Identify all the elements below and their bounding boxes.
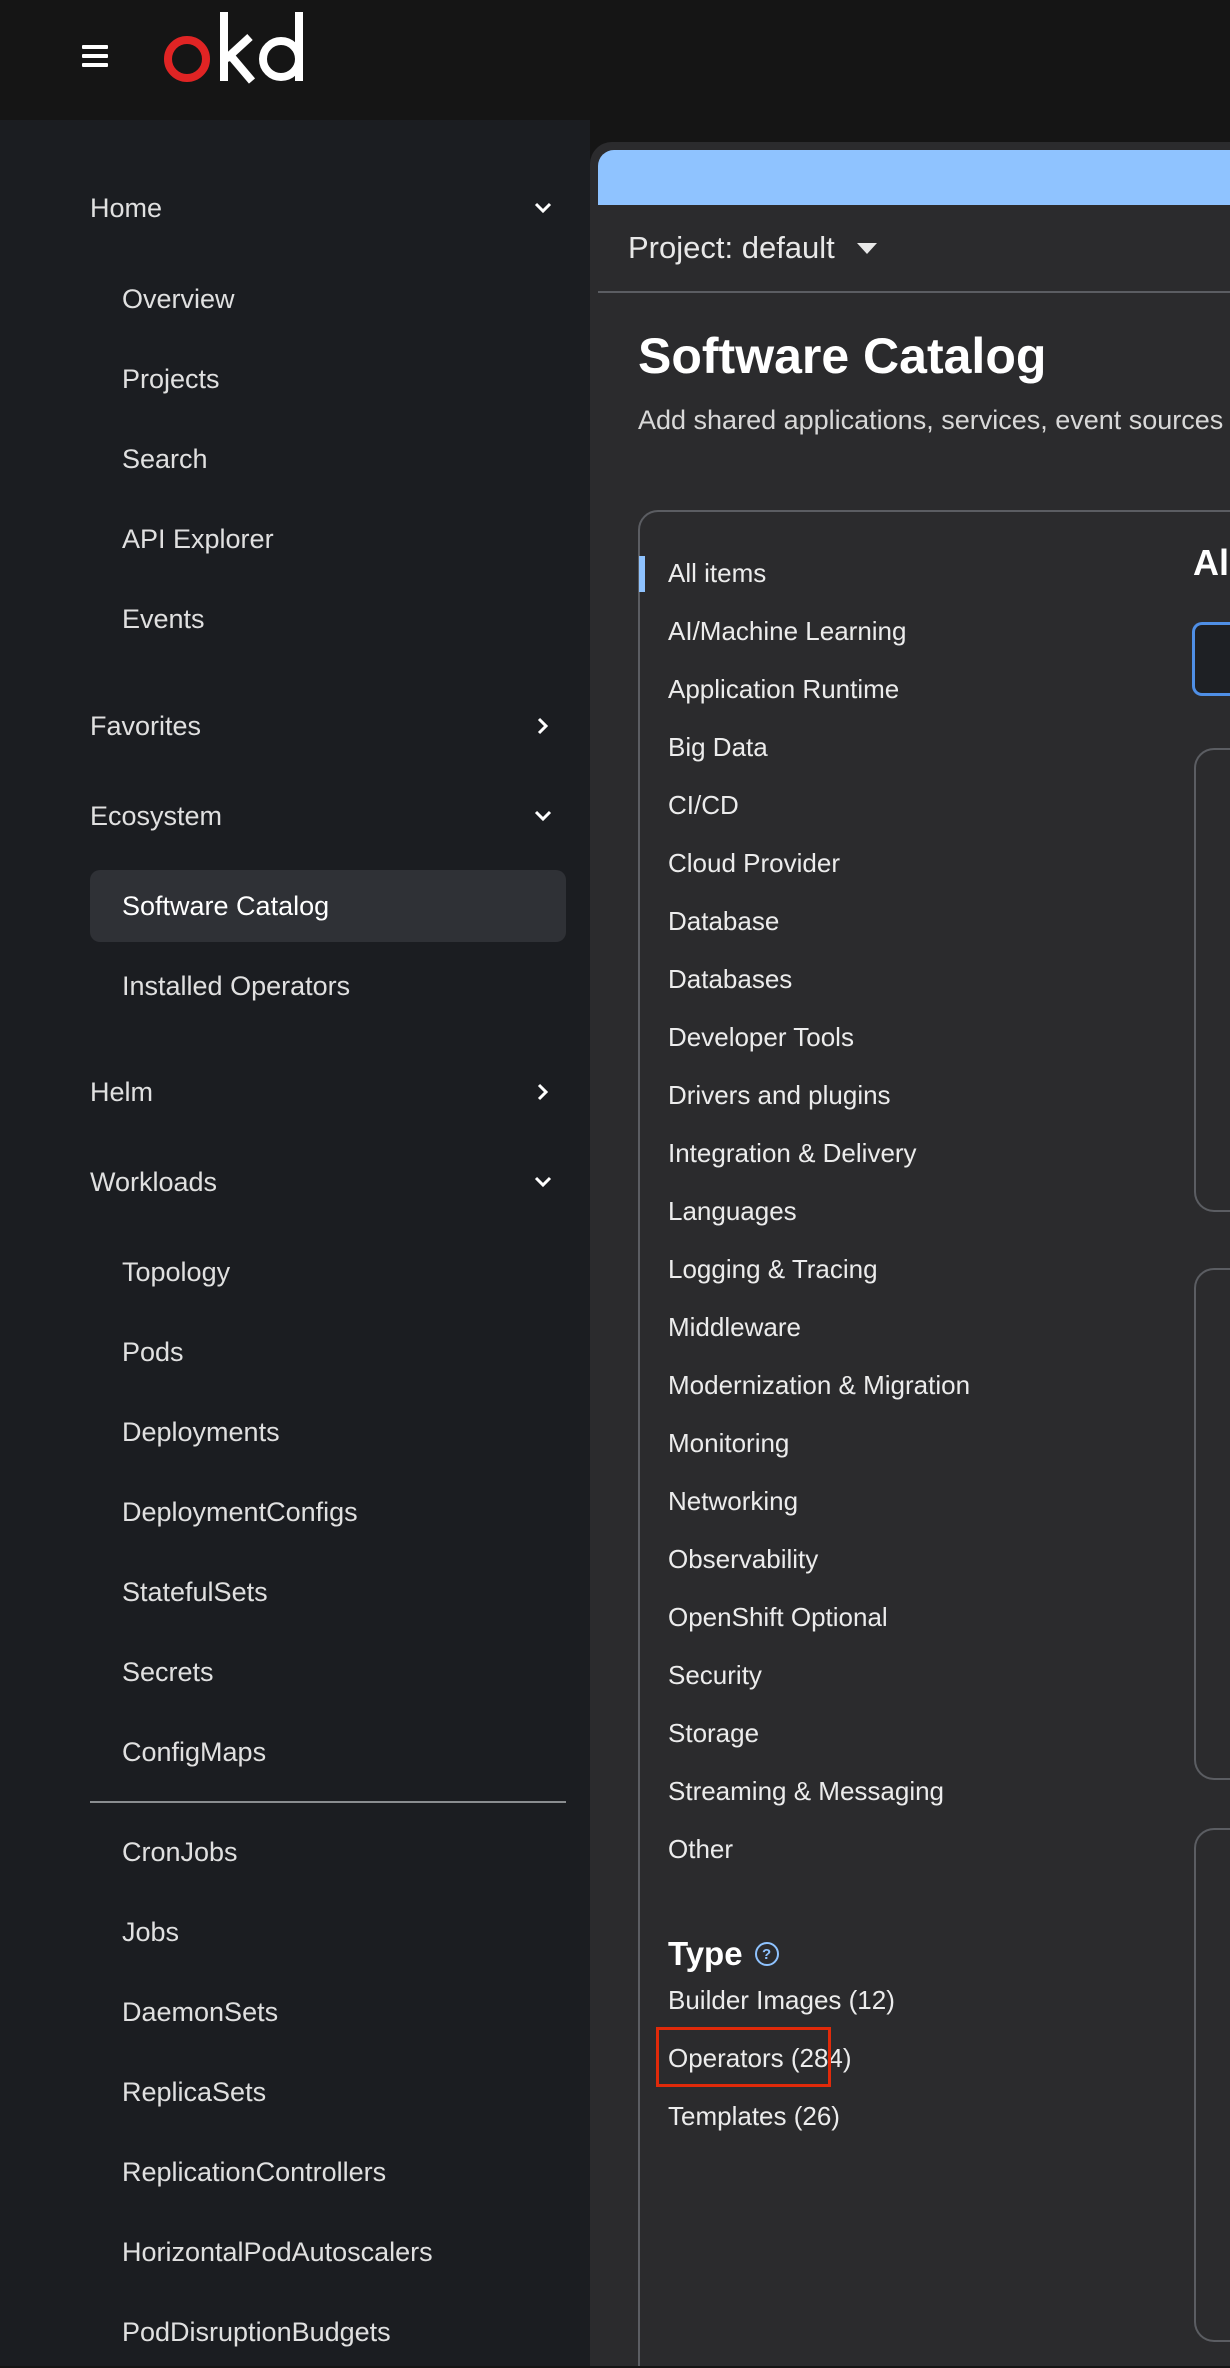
category-other[interactable]: Other <box>668 1834 733 1865</box>
nav-item-deploymentconfigs[interactable]: DeploymentConfigs <box>90 1476 566 1548</box>
catalog-card[interactable] <box>1194 748 1230 1212</box>
caret-down-icon <box>856 242 877 254</box>
page-subtitle: Add shared applications, services, event… <box>638 405 1224 435</box>
nav-section-workloads[interactable]: Workloads <box>90 1152 566 1212</box>
category-integration-delivery[interactable]: Integration & Delivery <box>668 1138 917 1169</box>
category-ai-machine-learning[interactable]: AI/Machine Learning <box>668 616 906 647</box>
highlight-annotation <box>656 2027 831 2087</box>
nav-section-label: Workloads <box>90 1166 218 1197</box>
category-openshift-optional[interactable]: OpenShift Optional <box>668 1602 888 1633</box>
hamburger-menu-icon[interactable] <box>82 45 108 67</box>
category-drivers-and-plugins[interactable]: Drivers and plugins <box>668 1080 891 1111</box>
category-monitoring[interactable]: Monitoring <box>668 1428 789 1459</box>
nav-item-daemonsets[interactable]: DaemonSets <box>90 1976 566 2048</box>
nav-item-secrets[interactable]: Secrets <box>90 1636 566 1708</box>
chevron-down-icon <box>530 1169 556 1195</box>
category-languages[interactable]: Languages <box>668 1196 797 1227</box>
catalog-card[interactable] <box>1194 1828 1230 2342</box>
nav-item-jobs[interactable]: Jobs <box>90 1896 566 1968</box>
help-icon[interactable]: ? <box>754 1942 779 1966</box>
category-database[interactable]: Database <box>668 906 779 937</box>
chevron-right-icon <box>530 713 556 739</box>
category-middleware[interactable]: Middleware <box>668 1312 801 1343</box>
active-category-indicator <box>639 556 645 592</box>
nav-item-configmaps[interactable]: ConfigMaps <box>90 1716 566 1788</box>
nav-item-pods[interactable]: Pods <box>90 1316 566 1388</box>
nav-item-events[interactable]: Events <box>90 583 566 655</box>
category-cloud-provider[interactable]: Cloud Provider <box>668 848 840 879</box>
category-developer-tools[interactable]: Developer Tools <box>668 1022 854 1053</box>
nav-item-poddisruptionbudgets[interactable]: PodDisruptionBudgets <box>90 2296 566 2368</box>
category-observability[interactable]: Observability <box>668 1544 818 1575</box>
nav-item-replicationcontrollers[interactable]: ReplicationControllers <box>90 2136 566 2208</box>
page-title: Software Catalog <box>638 328 1047 384</box>
type-builder-images[interactable]: Builder Images (12) <box>668 1985 895 2016</box>
nav-item-installed-operators[interactable]: Installed Operators <box>90 950 566 1022</box>
chevron-down-icon <box>530 803 556 829</box>
chevron-right-icon <box>530 1079 556 1105</box>
category-all-items[interactable]: All items <box>668 558 766 589</box>
nav-item-horizontalpodautoscalers[interactable]: HorizontalPodAutoscalers <box>90 2216 566 2288</box>
chevron-down-icon <box>530 195 556 221</box>
nav-item-deployments[interactable]: Deployments <box>90 1396 566 1468</box>
category-ci-cd[interactable]: CI/CD <box>668 790 739 821</box>
nav-section-label: Favorites <box>90 710 202 741</box>
nav-item-cronjobs[interactable]: CronJobs <box>90 1816 566 1888</box>
nav-section-ecosystem[interactable]: Ecosystem <box>90 786 566 846</box>
sidebar-nav: Home Overview Projects Search API Explor… <box>0 120 590 2366</box>
category-security[interactable]: Security <box>668 1660 762 1691</box>
nav-section-favorites[interactable]: Favorites <box>90 696 566 756</box>
category-logging-tracing[interactable]: Logging & Tracing <box>668 1254 878 1285</box>
type-filter-heading: Type ? <box>668 1935 779 1973</box>
nav-item-statefulsets[interactable]: StatefulSets <box>90 1556 566 1628</box>
nav-section-label: Home <box>90 192 163 223</box>
type-templates[interactable]: Templates (26) <box>668 2101 840 2132</box>
okd-logo[interactable] <box>160 6 310 86</box>
catalog-card[interactable] <box>1194 1268 1230 1780</box>
project-selector-label: Project: default <box>628 230 835 265</box>
project-selector[interactable]: Project: default <box>598 205 1230 293</box>
nav-item-topology[interactable]: Topology <box>90 1236 566 1308</box>
results-heading: All <box>1193 542 1230 583</box>
nav-item-overview[interactable]: Overview <box>90 263 566 335</box>
category-modernization-migration[interactable]: Modernization & Migration <box>668 1370 970 1401</box>
nav-section-home[interactable]: Home <box>90 178 566 238</box>
nav-divider <box>90 1801 566 1803</box>
type-heading-label: Type <box>668 1935 743 1972</box>
info-banner <box>598 150 1230 205</box>
category-big-data[interactable]: Big Data <box>668 732 768 763</box>
nav-section-label: Helm <box>90 1076 154 1107</box>
category-streaming-messaging[interactable]: Streaming & Messaging <box>668 1776 944 1807</box>
category-storage[interactable]: Storage <box>668 1718 759 1749</box>
category-databases[interactable]: Databases <box>668 964 792 995</box>
masthead <box>0 0 1230 120</box>
filter-input[interactable] <box>1192 622 1230 696</box>
nav-section-helm[interactable]: Helm <box>90 1062 566 1122</box>
nav-item-api-explorer[interactable]: API Explorer <box>90 503 566 575</box>
nav-section-label: Ecosystem <box>90 800 223 831</box>
nav-item-projects[interactable]: Projects <box>90 343 566 415</box>
category-application-runtime[interactable]: Application Runtime <box>668 674 899 705</box>
nav-item-search[interactable]: Search <box>90 423 566 495</box>
category-networking[interactable]: Networking <box>668 1486 798 1517</box>
nav-item-software-catalog[interactable]: Software Catalog <box>90 870 566 942</box>
main-content: Project: default Software Catalog Add sh… <box>590 142 1230 2366</box>
nav-item-replicasets[interactable]: ReplicaSets <box>90 2056 566 2128</box>
